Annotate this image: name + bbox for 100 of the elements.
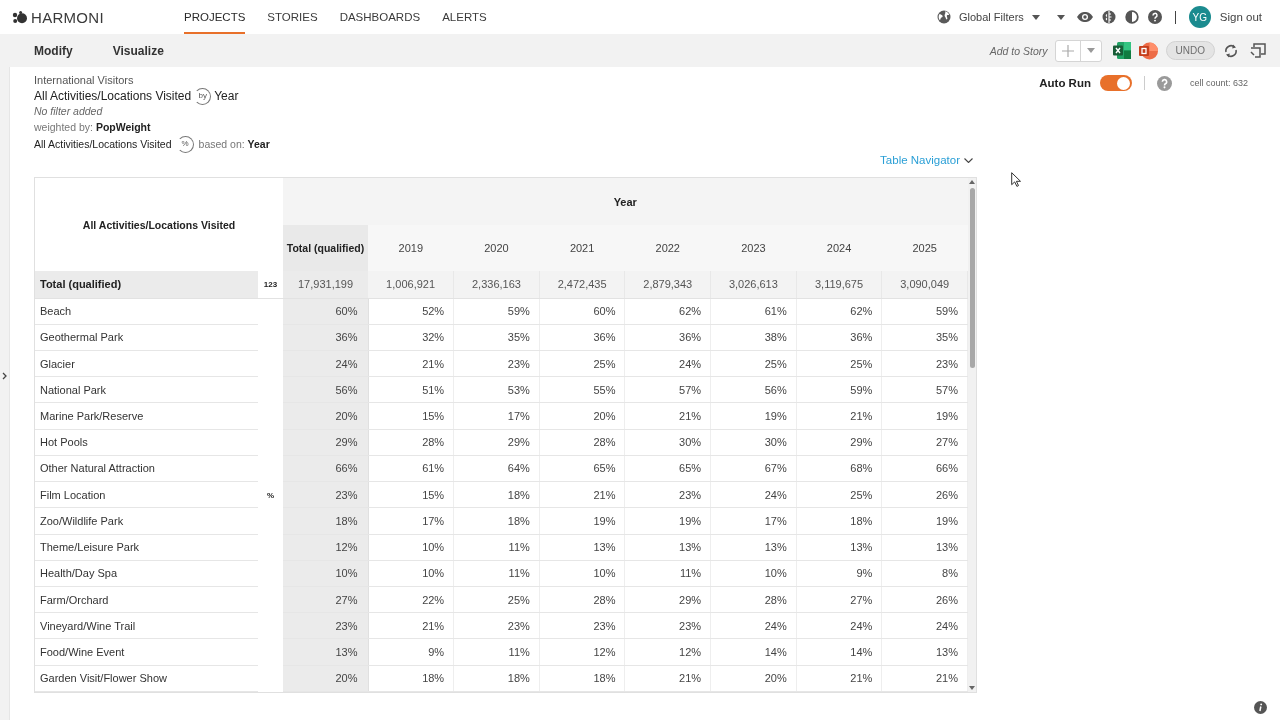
column-group-header: Year [283, 178, 968, 225]
column-header: 2021 [539, 225, 625, 271]
table-cell: 36% [624, 324, 711, 351]
scroll-up-icon[interactable] [969, 180, 975, 184]
toolbar-tab[interactable]: Visualize [112, 43, 164, 58]
column-header: 2020 [453, 225, 540, 271]
brain-icon[interactable] [1101, 10, 1116, 24]
row-header: Zoo/Wildlife Park [35, 507, 258, 534]
table-cell: 17% [368, 507, 454, 534]
table-cell: 21% [881, 665, 968, 692]
nav-tab[interactable]: DASHBOARDS [339, 0, 421, 34]
table-cell: 12% [283, 534, 368, 561]
row-variable: All Activities/Locations Visited [34, 89, 192, 103]
table-cell: 3,026,613 [710, 271, 797, 299]
table-cell: 59% [453, 298, 540, 325]
table-cell: 14% [710, 638, 797, 666]
scrollbar[interactable] [968, 178, 976, 692]
table-cell: 8% [881, 560, 968, 587]
toolbar-tab[interactable]: Modify [34, 43, 73, 58]
column-header: Total (qualified) [283, 225, 368, 271]
table-cell: 57% [881, 376, 968, 403]
refresh-icon[interactable] [1223, 42, 1239, 59]
table-cell: 20% [283, 665, 368, 692]
table-cell: 13% [881, 534, 968, 561]
table-cell: 19% [624, 507, 711, 534]
filter-status: No filter added [34, 104, 103, 119]
table-cell: 22% [368, 586, 454, 613]
user-avatar[interactable]: YG [1188, 6, 1211, 28]
row-variable-header: All Activities/Locations Visited [35, 178, 283, 271]
table-cell: 64% [453, 455, 540, 482]
table-cell: 26% [881, 481, 968, 508]
table-cell: 19% [881, 507, 968, 534]
scrollbar-thumb[interactable] [969, 188, 975, 368]
nav-tab[interactable]: ALERTS [442, 0, 487, 34]
row-header: National Park [35, 376, 258, 403]
table-cell: 24% [796, 612, 882, 639]
window-icon[interactable] [1250, 43, 1266, 58]
eye-icon[interactable] [1076, 12, 1093, 22]
table-cell: 24% [710, 612, 797, 639]
table-cell: 1,006,921 [368, 271, 454, 299]
cell-count: cell count: 632 [1189, 78, 1248, 88]
global-filters-button[interactable]: Global Filters [959, 11, 1040, 23]
auto-run-label: Auto Run [1039, 77, 1091, 89]
table-cell: 66% [881, 455, 968, 482]
table-cell: 9% [796, 560, 882, 587]
caret-icon[interactable] [1056, 14, 1065, 20]
table-cell: 66% [283, 455, 368, 482]
scroll-down-icon[interactable] [969, 686, 975, 690]
table-cell: 18% [453, 481, 540, 508]
globe-icon[interactable] [937, 10, 951, 24]
side-panel-toggle[interactable] [0, 67, 10, 720]
row-header: Film Location [35, 481, 258, 508]
table-cell: 10% [539, 560, 625, 587]
table-cell: 28% [710, 586, 797, 613]
column-header: 2019 [368, 225, 454, 271]
slides-icon[interactable] [1138, 41, 1158, 60]
chevron-right-icon [2, 372, 7, 380]
table-cell: 18% [453, 665, 540, 692]
table-cell: 24% [624, 350, 711, 377]
column-header: 2024 [796, 225, 882, 271]
add-to-story-label: Add to Story [989, 44, 1048, 57]
table-cell: 27% [283, 586, 368, 613]
table-cell: 13% [283, 638, 368, 666]
table-cell: 18% [283, 507, 368, 534]
table-cell: 23% [624, 612, 711, 639]
table-cell: 10% [710, 560, 797, 587]
table-cell: 51% [368, 376, 454, 403]
table-cell: 21% [796, 665, 882, 692]
row-header: Vineyard/Wine Trail [35, 612, 258, 639]
table-cell: 2,879,343 [624, 271, 711, 299]
table-cell: 15% [368, 481, 454, 508]
table-cell: 36% [283, 324, 368, 351]
table-cell: 21% [796, 402, 882, 430]
table-cell: 20% [283, 402, 368, 430]
table-cell: 29% [283, 429, 368, 456]
row-header: Glacier [35, 350, 258, 377]
table-cell: 13% [624, 534, 711, 561]
info-icon[interactable] [1254, 701, 1267, 714]
table-cell: 23% [624, 481, 711, 508]
table-cell: 23% [453, 350, 540, 377]
table-cell: 21% [368, 350, 454, 377]
table-cell: 36% [539, 324, 625, 351]
auto-run-toggle[interactable] [1099, 75, 1132, 91]
table-cell: 23% [539, 612, 625, 639]
table-cell: 52% [368, 298, 454, 325]
table-cell: 17% [710, 507, 797, 534]
sign-out-link[interactable]: Sign out [1219, 11, 1262, 23]
help-icon[interactable] [1147, 10, 1162, 24]
table-cell: 23% [283, 481, 368, 508]
contrast-icon[interactable] [1124, 10, 1139, 24]
row-header: Hot Pools [35, 429, 258, 456]
spreadsheet-icon[interactable] [1112, 42, 1131, 59]
table-cell: 30% [710, 429, 797, 456]
table-cell: 19% [539, 507, 625, 534]
nav-tab[interactable]: STORIES [267, 0, 318, 34]
row-header: Beach [35, 298, 258, 325]
table-cell: 65% [539, 455, 625, 482]
table-cell: 29% [624, 586, 711, 613]
table-cell: 28% [368, 429, 454, 456]
table-cell: 60% [539, 298, 625, 325]
